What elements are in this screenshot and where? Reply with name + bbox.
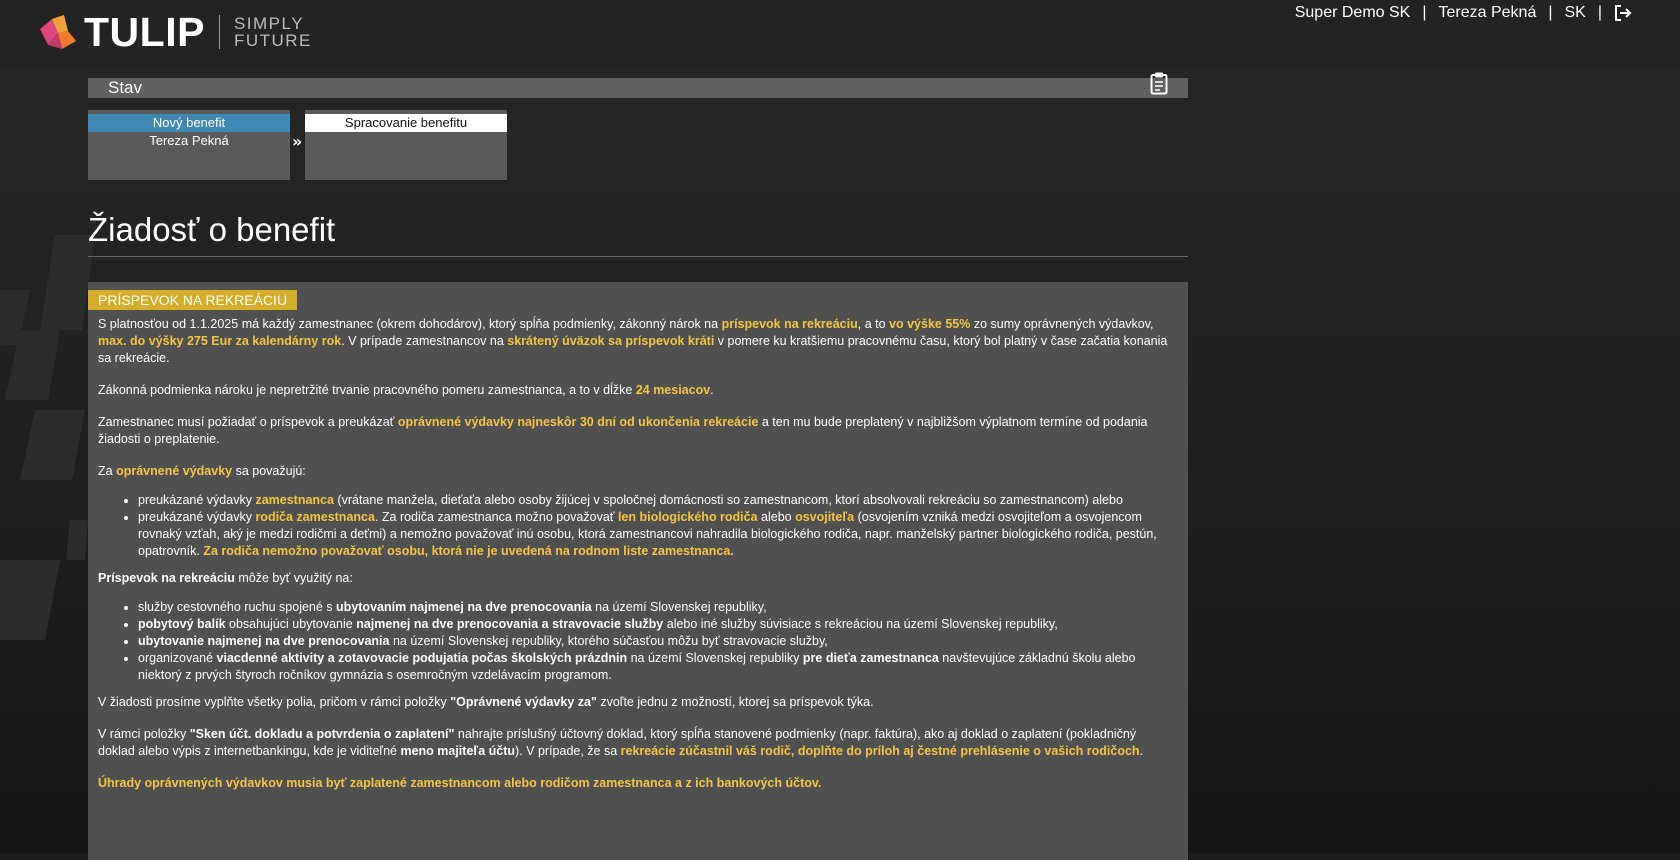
paragraph-2: Zákonná podmienka nároku je nepretržité … bbox=[98, 383, 714, 397]
top-bar: TULIP SIMPLY FUTURE Super Demo SK | Tere… bbox=[0, 0, 1680, 68]
logo-separator bbox=[218, 15, 220, 49]
paragraph-7: V rámci položky "Sken účt. dokladu a pot… bbox=[98, 727, 1144, 758]
nav-separator: | bbox=[1422, 4, 1427, 21]
main-content: Stav Nový benefit Tereza Pekná » Spracov… bbox=[88, 72, 1188, 860]
paragraph-1: S platnosťou od 1.1.2025 má každý zamest… bbox=[98, 317, 1168, 365]
list-item: preukázané výdavky zamestnanca (vrátane … bbox=[138, 492, 1182, 509]
list-item: služby cestovného ruchu spojené s ubytov… bbox=[138, 599, 1182, 616]
step-title: Spracovanie benefitu bbox=[305, 114, 507, 132]
status-label: Stav bbox=[108, 78, 143, 97]
step-arrow: » bbox=[292, 132, 303, 151]
logo[interactable]: TULIP SIMPLY FUTURE bbox=[38, 9, 312, 55]
brand-name: TULIP bbox=[84, 8, 205, 55]
company-link[interactable]: Super Demo SK bbox=[1295, 4, 1411, 22]
nav-separator: | bbox=[1597, 4, 1602, 21]
tagline-line-2: FUTURE bbox=[233, 31, 312, 50]
list-item: preukázané výdavky rodiča zamestnanca. Z… bbox=[138, 509, 1182, 560]
clipboard-icon[interactable] bbox=[1150, 71, 1168, 95]
step-assignee: Tereza Pekná bbox=[149, 133, 229, 148]
step-title: Nový benefit bbox=[88, 114, 290, 132]
paragraph-5: Príspevok na rekreáciu môže byť využitý … bbox=[98, 571, 353, 585]
paragraph-4: Za oprávnené výdavky sa považujú: bbox=[98, 464, 306, 478]
step-new-benefit[interactable]: Nový benefit Tereza Pekná bbox=[88, 110, 290, 180]
brand-tagline: SIMPLY FUTURE bbox=[234, 15, 312, 49]
tagline-line-1: SIMPLY bbox=[233, 14, 305, 33]
workflow-steps: Nový benefit Tereza Pekná » Spracovanie … bbox=[88, 110, 1188, 190]
list-item: organizované viacdenné aktivity a zotavo… bbox=[138, 650, 1182, 684]
step-processing[interactable]: Spracovanie benefitu bbox=[305, 110, 507, 180]
logout-icon[interactable] bbox=[1614, 4, 1632, 22]
info-panel: PRÍSPEVOK NA REKREÁCIU S platnosťou od 1… bbox=[88, 282, 1188, 860]
step-assignee bbox=[305, 132, 507, 150]
status-bar: Stav bbox=[88, 72, 1188, 98]
language-switch[interactable]: SK bbox=[1565, 4, 1586, 22]
tulip-logo-icon bbox=[40, 15, 76, 49]
paragraph-8: Úhrady oprávnených výdavkov musia byť za… bbox=[98, 776, 822, 790]
user-nav: Super Demo SK | Tereza Pekná | SK | bbox=[1295, 4, 1632, 22]
user-link[interactable]: Tereza Pekná bbox=[1439, 4, 1537, 22]
page-title: Žiadosť o benefit bbox=[88, 210, 1188, 257]
eligible-expenses-list: preukázané výdavky zamestnanca (vrátane … bbox=[88, 492, 1182, 560]
usage-list: služby cestovného ruchu spojené s ubytov… bbox=[88, 599, 1182, 684]
section-badge: PRÍSPEVOK NA REKREÁCIU bbox=[88, 290, 298, 310]
paragraph-6: V žiadosti prosíme vyplňte všetky polia,… bbox=[98, 695, 874, 709]
list-item: pobytový balík obsahujúci ubytovanie naj… bbox=[138, 616, 1182, 633]
list-item: ubytovanie najmenej na dve prenocovania … bbox=[138, 633, 1182, 650]
paragraph-3: Zamestnanec musí požiadať o príspevok a … bbox=[98, 415, 1148, 446]
nav-separator: | bbox=[1548, 4, 1553, 21]
